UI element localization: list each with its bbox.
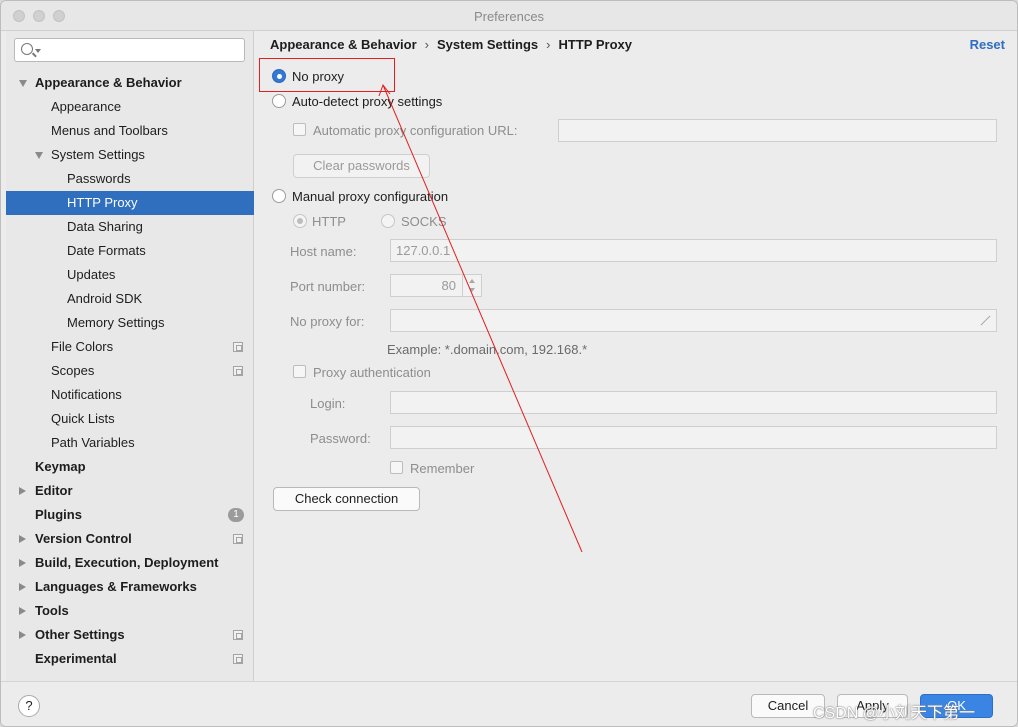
- annotation-arrowhead: [378, 83, 391, 97]
- preferences-window: Preferences Appearance & Behavior Appeara…: [0, 0, 1018, 727]
- annotation-arrow-line: [382, 84, 583, 553]
- annotation-arrow: [378, 83, 583, 553]
